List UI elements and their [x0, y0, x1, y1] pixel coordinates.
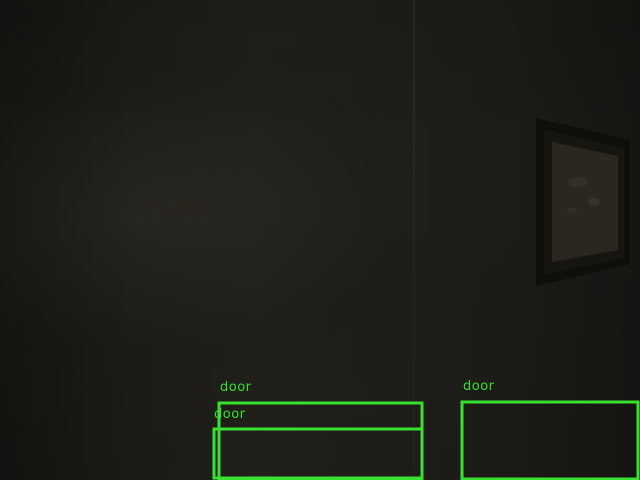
picture-frame	[534, 118, 630, 286]
wall-corner-seam	[413, 0, 415, 480]
door-box-label: door	[220, 380, 252, 395]
door-box-label: door	[214, 407, 246, 422]
photo-scene: door door door	[0, 0, 640, 480]
door-box-label: door	[463, 379, 495, 394]
